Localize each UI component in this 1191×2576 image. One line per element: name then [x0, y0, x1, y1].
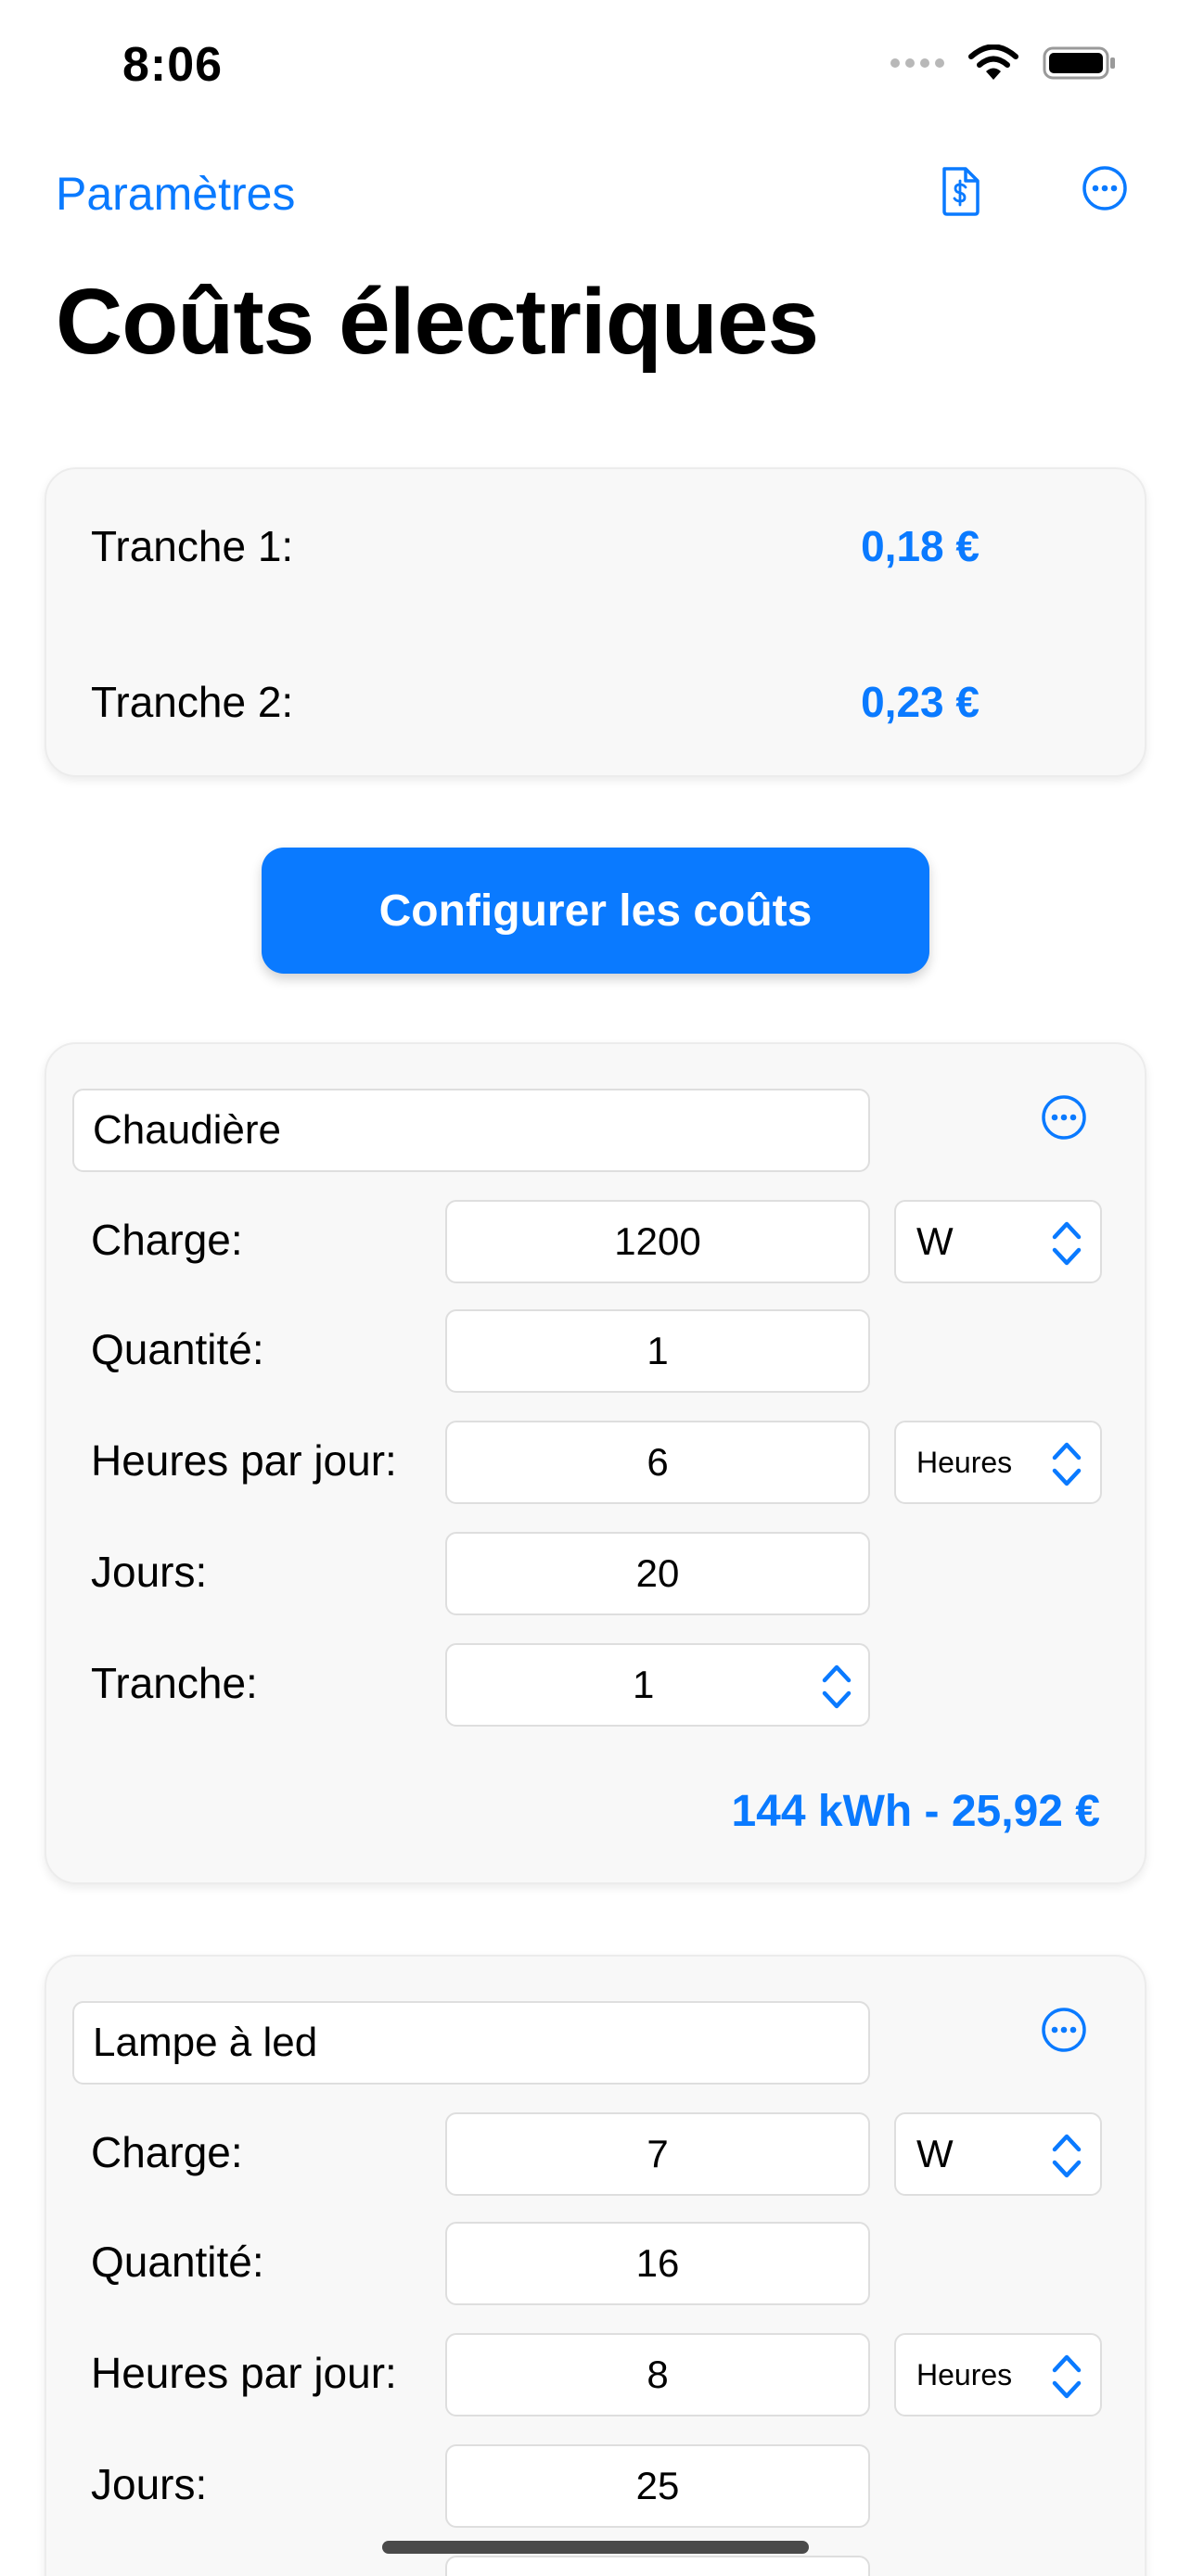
status-icons — [890, 45, 1117, 82]
appliance-options-icon[interactable] — [1041, 2007, 1087, 2053]
load-unit-picker[interactable]: W — [894, 2112, 1102, 2196]
load-unit-picker[interactable]: W — [894, 1200, 1102, 1283]
chevron-up-down-icon — [1050, 1218, 1083, 1269]
page-title: Coûts électriques — [56, 270, 819, 374]
hours-unit-value: Heures — [916, 2357, 1013, 2391]
hours-unit-picker[interactable]: Heures — [894, 2333, 1102, 2417]
status-time: 8:06 — [122, 38, 224, 92]
days-label: Jours: — [91, 2460, 208, 2508]
hours-per-day-label: Heures par jour: — [91, 1436, 397, 1485]
tier-2-label: Tranche 2: — [91, 678, 294, 726]
appliance-name-input[interactable]: Chaudière — [72, 1089, 870, 1172]
quantity-input[interactable]: 1 — [445, 1309, 870, 1393]
more-options-icon[interactable] — [1082, 165, 1128, 211]
configure-costs-button[interactable]: Configurer les coûts — [262, 848, 929, 974]
tier-1-price: 0,18 € — [861, 522, 980, 570]
quantity-label: Quantité: — [91, 2238, 264, 2286]
hours-per-day-label: Heures par jour: — [91, 2349, 397, 2397]
days-input[interactable]: 25 — [445, 2444, 870, 2528]
tier-picker-value: 1 — [633, 1663, 655, 1706]
appliance-options-icon[interactable] — [1041, 1094, 1087, 1141]
chevron-up-down-icon — [1050, 2352, 1083, 2402]
load-unit-value: W — [916, 2132, 954, 2175]
load-input[interactable]: 1200 — [445, 1200, 870, 1283]
chevron-up-down-icon — [820, 1662, 853, 1712]
tier-picker[interactable] — [445, 2556, 870, 2576]
chevron-up-down-icon — [1050, 2131, 1083, 2181]
quantity-label: Quantité: — [91, 1325, 264, 1373]
quantity-input[interactable]: 16 — [445, 2222, 870, 2305]
battery-icon — [1043, 46, 1115, 80]
appliance-card: Chaudière Charge: 1200 W Quantité: 1 Heu… — [45, 1042, 1146, 1884]
tier-prices-card: Tranche 1: 0,18 € Tranche 2: 0,23 € — [45, 467, 1146, 777]
tier-picker[interactable]: 1 — [445, 1643, 870, 1727]
tier-2-price: 0,23 € — [861, 678, 980, 726]
days-label: Jours: — [91, 1548, 208, 1596]
hours-per-day-input[interactable]: 6 — [445, 1421, 870, 1504]
hours-unit-picker[interactable]: Heures — [894, 1421, 1102, 1504]
wifi-icon — [968, 45, 1018, 80]
tier-label: Tranche: — [91, 1659, 258, 1707]
hours-unit-value: Heures — [916, 1445, 1013, 1479]
back-button[interactable]: Paramètres — [56, 167, 295, 221]
load-unit-value: W — [916, 1219, 954, 1263]
appliance-total: 144 kWh - 25,92 € — [731, 1787, 1100, 1836]
screen: 8:06 Paramètres Coûts électriques Tranch… — [0, 0, 1191, 2576]
load-input[interactable]: 7 — [445, 2112, 870, 2196]
chevron-up-down-icon — [1050, 1439, 1083, 1489]
dollar-document-icon[interactable] — [939, 165, 981, 217]
hours-per-day-input[interactable]: 8 — [445, 2333, 870, 2417]
appliance-card: Lampe à led Charge: 7 W Quantité: 16 Heu… — [45, 1955, 1146, 2576]
tier-1-label: Tranche 1: — [91, 522, 294, 570]
days-input[interactable]: 20 — [445, 1532, 870, 1615]
home-indicator[interactable] — [382, 2541, 809, 2554]
appliance-name-input[interactable]: Lampe à led — [72, 2001, 870, 2085]
load-label: Charge: — [91, 2128, 243, 2176]
cellular-signal-icon — [890, 58, 944, 68]
load-label: Charge: — [91, 1216, 243, 1264]
